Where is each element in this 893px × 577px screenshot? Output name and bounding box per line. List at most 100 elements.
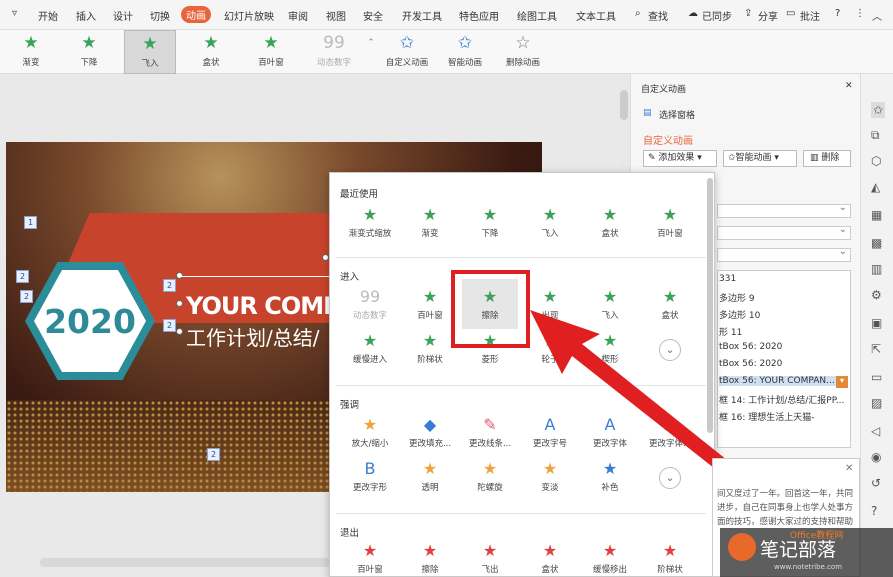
effect-dynamic-number[interactable]: 99 动态数字 xyxy=(308,30,360,74)
slide-year[interactable]: 2020 xyxy=(44,302,136,341)
menu-design[interactable]: 设计 xyxy=(113,8,133,23)
menu-transition[interactable]: 切换 xyxy=(150,8,170,23)
close-icon[interactable]: ✕ xyxy=(845,463,853,474)
selection-handle[interactable] xyxy=(176,328,183,335)
anim-exit-wipe[interactable]: ★ 擦除 xyxy=(402,539,458,577)
effect-fly-in[interactable]: ★ 飞入 xyxy=(124,30,176,74)
select-pane-link[interactable]: 选择窗格 xyxy=(659,108,889,121)
effect-descend[interactable]: ★ 下降 xyxy=(66,30,112,74)
delete-animation-button[interactable]: ☆ 删除动画 xyxy=(498,30,548,74)
list-item[interactable]: 多边形 9 xyxy=(719,291,755,304)
menu-devtools[interactable]: 开发工具 xyxy=(402,8,442,23)
dynamic-number-icon: 99 xyxy=(359,287,381,306)
help-icon[interactable]: ? xyxy=(835,8,840,19)
star-icon: ★ xyxy=(602,541,618,560)
dropdown-arrow-icon[interactable]: ▾ xyxy=(836,376,848,388)
anim-change-fill[interactable]: ◆ 更改填充... xyxy=(402,413,458,455)
menu-insert[interactable]: 插入 xyxy=(76,8,96,23)
search-icon[interactable]: ⌕ xyxy=(635,8,641,19)
list-item[interactable]: 331 xyxy=(719,274,736,284)
anim-slow-exit[interactable]: ★ 缓慢移出 xyxy=(582,539,638,577)
shapes-icon[interactable]: ⬡ xyxy=(871,154,881,168)
help-circle-icon[interactable]: ? xyxy=(871,504,877,518)
share-out-icon[interactable]: ⇱ xyxy=(871,342,881,356)
anim-order-tag[interactable]: 2 xyxy=(20,290,33,303)
sync-status[interactable]: 已同步 xyxy=(702,8,732,23)
menu-toggle-icon[interactable]: ▿ xyxy=(12,8,17,19)
slide-title-cn[interactable]: 工作计划/总结/ xyxy=(186,322,319,351)
share-button[interactable]: 分享 xyxy=(758,8,778,23)
anim-spin[interactable]: ★ 陀螺旋 xyxy=(462,457,518,499)
modify-dropdown[interactable] xyxy=(717,202,851,218)
effect-fade[interactable]: ★ 渐变 xyxy=(8,30,54,74)
anim-transparency[interactable]: ★ 透明 xyxy=(402,457,458,499)
anim-change-style[interactable]: B 更改字形 xyxy=(342,457,398,499)
delete-button[interactable]: ▥ 删除 xyxy=(803,150,851,167)
effect-blinds[interactable]: ★ 百叶窗 xyxy=(248,30,294,74)
anim-fade-zoom[interactable]: ★ 渐变式缩放 xyxy=(342,203,398,245)
anim-blinds[interactable]: ★ 百叶窗 xyxy=(642,203,698,245)
anim-dynamic-number[interactable]: 99 动态数字 xyxy=(342,285,398,327)
anim-order-tag[interactable]: 2 xyxy=(163,279,176,292)
anim-order-tag[interactable]: 2 xyxy=(16,270,29,283)
anim-order-tag[interactable]: 2 xyxy=(163,319,176,332)
selection-handle[interactable] xyxy=(322,254,329,261)
slide-hscroll[interactable] xyxy=(40,558,330,567)
search-button[interactable]: 查找 xyxy=(648,8,668,23)
anim-fly-in[interactable]: ★ 飞入 xyxy=(522,203,578,245)
settings-icon[interactable]: ⚙ xyxy=(871,288,882,302)
anim-slow-enter[interactable]: ★ 缓慢进入 xyxy=(342,329,398,371)
anim-stairs[interactable]: ★ 阶梯状 xyxy=(402,329,458,371)
panel-header[interactable]: 自定义动画 xyxy=(641,82,871,95)
slide-vscroll[interactable] xyxy=(620,90,628,120)
add-effect-button[interactable]: ✎ 添加效果 ▾ xyxy=(643,150,717,167)
anim-blinds[interactable]: ★ 百叶窗 xyxy=(402,285,458,327)
anim-fade[interactable]: ★ 渐变 xyxy=(402,203,458,245)
ribbon-scroll[interactable]: ⌃ xyxy=(366,30,376,74)
selection-handle[interactable] xyxy=(176,300,183,307)
smart-animation-dropdown[interactable]: ✩智能动画 ▾ xyxy=(723,150,797,167)
property-dropdown[interactable] xyxy=(717,224,851,240)
comment-button[interactable]: 批注 xyxy=(800,8,820,23)
menu-slideshow[interactable]: 幻灯片放映 xyxy=(224,8,274,23)
anim-order-tag[interactable]: 1 xyxy=(24,216,37,229)
speed-dropdown[interactable] xyxy=(717,246,851,262)
anim-descend[interactable]: ★ 下降 xyxy=(462,203,518,245)
layout-icon[interactable]: ▭ xyxy=(871,370,882,384)
close-icon[interactable]: ✕ xyxy=(845,81,855,91)
anim-grow-shrink[interactable]: ★ 放大/缩小 xyxy=(342,413,398,455)
collapse-icon[interactable]: ︿ xyxy=(872,8,882,23)
copy-icon[interactable]: ⧉ xyxy=(871,128,880,143)
table-icon[interactable]: ▦ xyxy=(871,208,882,222)
menu-texttools[interactable]: 文本工具 xyxy=(576,8,616,23)
star-icon: ★ xyxy=(662,287,678,306)
anim-change-line[interactable]: ✎ 更改线条... xyxy=(462,413,518,455)
format-icon[interactable]: ▣ xyxy=(871,316,882,330)
effect-box[interactable]: ★ 盒状 xyxy=(188,30,234,74)
anim-exit-stairs[interactable]: ★ 阶梯状 xyxy=(642,539,698,577)
menu-view[interactable]: 视图 xyxy=(326,8,346,23)
menu-features[interactable]: 特色应用 xyxy=(459,8,499,23)
anim-fly-out[interactable]: ★ 飞出 xyxy=(462,539,518,577)
more-icon[interactable]: ⋮ xyxy=(855,8,865,19)
anim-exit-blinds[interactable]: ★ 百叶窗 xyxy=(342,539,398,577)
smart-animation-button[interactable]: ✩ 智能动画 xyxy=(440,30,490,74)
grid-icon[interactable]: ▩ xyxy=(871,236,882,250)
menu-security[interactable]: 安全 xyxy=(363,8,383,23)
location-icon[interactable]: ◉ xyxy=(871,450,881,464)
menu-review[interactable]: 审阅 xyxy=(288,8,308,23)
slide-title-en[interactable]: YOUR COMP xyxy=(186,292,341,320)
menu-start[interactable]: 开始 xyxy=(38,8,58,23)
menu-animation[interactable]: 动画 xyxy=(181,6,211,23)
sound-icon[interactable]: ◁ xyxy=(871,424,880,438)
menu-drawtools[interactable]: 绘图工具 xyxy=(517,8,557,23)
custom-animation-button[interactable]: ✩ 自定义动画 xyxy=(382,30,432,74)
history-icon[interactable]: ↺ xyxy=(871,476,881,490)
anim-order-tag[interactable]: 2 xyxy=(207,448,220,461)
chart-icon[interactable]: ▥ xyxy=(871,262,882,276)
image-icon[interactable]: ▨ xyxy=(871,396,882,410)
fill-icon[interactable]: ◭ xyxy=(871,180,880,194)
animation-star-icon[interactable]: ✩ xyxy=(871,102,886,118)
anim-box[interactable]: ★ 盒状 xyxy=(582,203,638,245)
anim-exit-box[interactable]: ★ 盒状 xyxy=(522,539,578,577)
